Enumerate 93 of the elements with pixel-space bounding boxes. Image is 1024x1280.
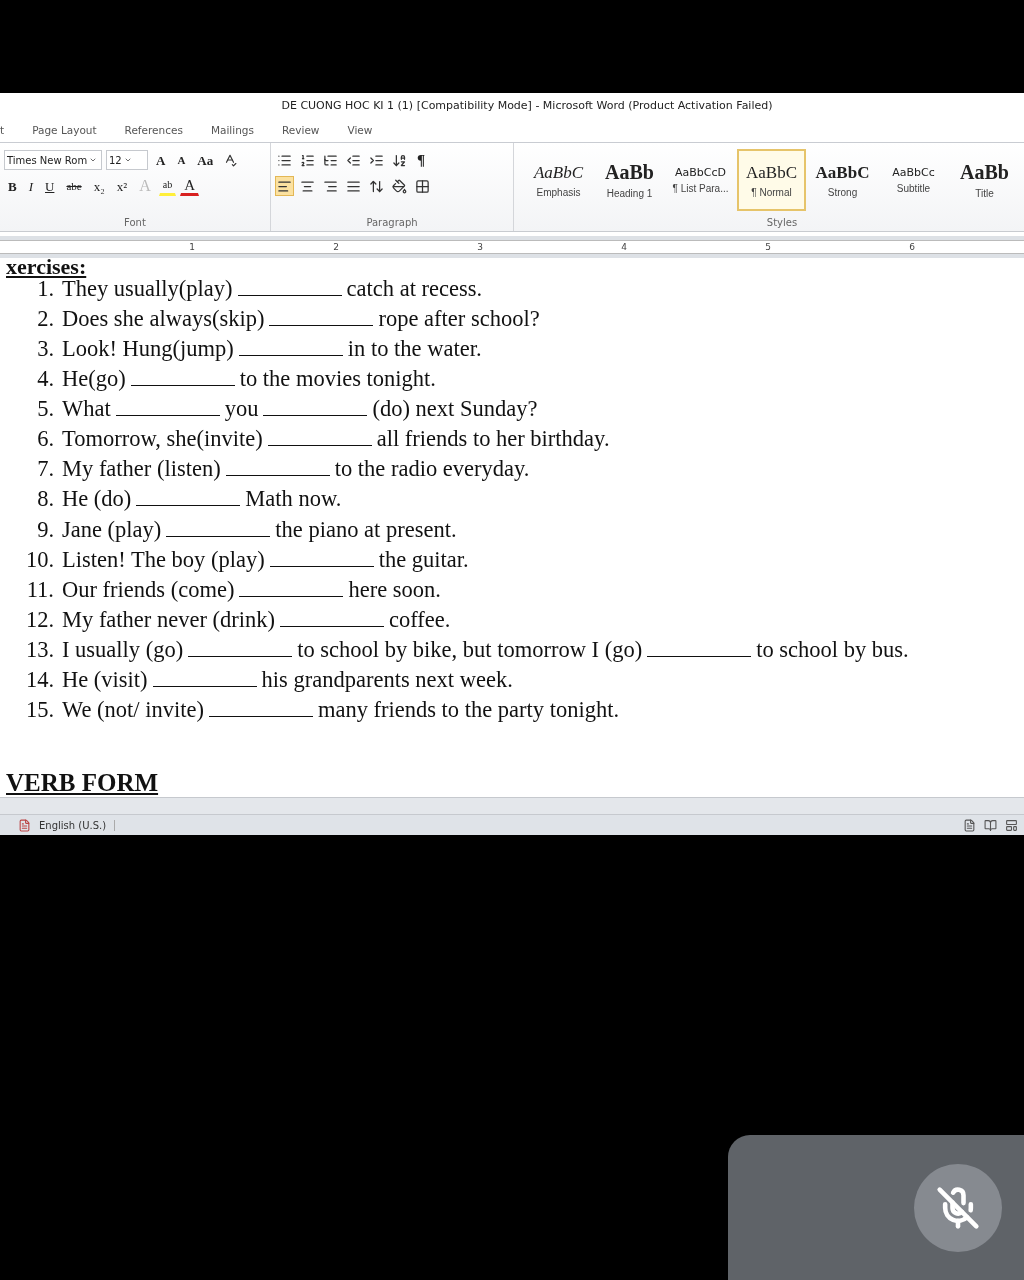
font-button[interactable]: B (4, 176, 21, 196)
sentence-text: We (not/ invite) (62, 696, 204, 723)
sentence-text: My father (listen) (62, 456, 221, 483)
font-size-field[interactable]: 12 (106, 150, 148, 170)
ribbon-tab[interactable]: Page Layout (32, 122, 97, 138)
item-number: 9. (36, 516, 55, 543)
font-button[interactable]: A (180, 176, 199, 196)
sentence-text: many friends to the party tonight. (317, 696, 620, 723)
item-number: 3. (36, 336, 55, 363)
font-button[interactable]: A (173, 150, 190, 170)
font-button[interactable]: A (152, 150, 170, 170)
ruler-number: 4 (621, 242, 627, 252)
ribbon-tab[interactable]: View (347, 122, 373, 138)
sentence-text: in to the water. (347, 336, 482, 363)
item-number: 6. (36, 426, 55, 453)
sentence-text: My father never (drink) (62, 606, 276, 633)
section-heading: VERB FORM (6, 768, 159, 797)
sentence-text: Math now. (245, 486, 342, 513)
sentence-text: to school by bike, but tomorrow I (go) (297, 636, 643, 663)
font-button[interactable]: x² (112, 176, 132, 196)
sentence-text: Our friends (come) (62, 576, 235, 603)
sentence-text: Jane (play) (62, 516, 162, 543)
sentence-text: (do) next Sunday? (372, 396, 538, 423)
sentence-text: rope after school? (378, 306, 540, 333)
sentence-text: He (do) (62, 486, 132, 513)
sentence-text: the guitar. (378, 546, 469, 573)
ruler-number: 1 (189, 242, 195, 252)
exercise-heading: xercises: (6, 258, 87, 276)
font-button[interactable]: I (24, 176, 37, 196)
item-number: 12. (24, 606, 55, 633)
ruler-number: 2 (333, 242, 339, 252)
book-icon[interactable] (984, 818, 997, 832)
group-label: Font (124, 217, 146, 230)
font-button[interactable]: x₂ (89, 176, 109, 196)
sentence-text: Look! Hung(jump) (62, 336, 234, 363)
item-number: 8. (36, 486, 55, 513)
proofing-icon[interactable] (18, 818, 31, 832)
ribbon-tab[interactable]: t (0, 122, 5, 138)
style-gallery-item[interactable]: AaBbC ¶ Normal (737, 149, 806, 211)
sentence-text: the piano at present. (275, 516, 457, 543)
item-number: 2. (36, 306, 55, 333)
sentence-text: to the movies tonight. (239, 366, 436, 393)
style-gallery-item[interactable]: AaBbC Emphasis (524, 149, 593, 211)
window-title: DE CUONG HOC KI 1 (1) [Compatibility Mode] - Microsoft Word (Product Activation Failed) (280, 99, 773, 112)
language-status[interactable]: English (U.S.) (39, 819, 116, 831)
sentence-text: Tomorrow, she(invite) (62, 426, 263, 453)
ruler-number: 5 (765, 242, 771, 252)
sentence-text: They usually(play) (62, 276, 233, 302)
style-gallery-item[interactable]: AaBb Title (950, 149, 1019, 211)
sentence-text: to the radio everyday. (334, 456, 530, 483)
group-label: Styles (766, 217, 798, 230)
style-gallery-item[interactable]: AaBbCc Subtitle (879, 149, 948, 211)
ribbon-tab[interactable]: References (124, 122, 183, 138)
item-number: 7. (36, 456, 55, 483)
ribbon-tab[interactable]: Mailings (210, 122, 254, 138)
font-button[interactable]: ab (158, 176, 177, 196)
font-button[interactable]: abe (62, 176, 86, 196)
style-gallery-item[interactable]: AaBbCcD ¶ List Para... (666, 149, 735, 211)
sentence-text: What (62, 396, 111, 423)
web-layout-icon[interactable] (1005, 818, 1018, 832)
sentence-text: you (224, 396, 259, 423)
ruler-number: 6 (909, 242, 915, 252)
sentence-text: coffee. (389, 606, 451, 633)
item-number: 11. (25, 576, 55, 603)
sentence-text: his grandparents next week. (261, 666, 513, 693)
font-button[interactable]: Aa (193, 150, 218, 170)
font-name-field[interactable]: Times New Rom (4, 150, 102, 170)
sentence-text: catch at recess. (346, 276, 483, 302)
print-layout-icon[interactable] (963, 818, 976, 832)
sentence-text: here soon. (348, 576, 441, 603)
style-gallery-item[interactable]: AaBbC Strong (808, 149, 877, 211)
item-number: 15. (24, 696, 55, 723)
sentence-text: He (visit) (62, 666, 148, 693)
align-button[interactable] (275, 176, 294, 196)
item-number: 4. (36, 366, 55, 393)
sentence-text: I usually (go) (62, 636, 184, 663)
font-button[interactable]: U (41, 176, 59, 196)
item-number: 14. (24, 666, 55, 693)
pilcrow-button[interactable]: ¶ (413, 150, 430, 170)
ruler-number: 3 (477, 242, 483, 252)
item-number: 5. (36, 396, 55, 423)
sentence-text: to school by bus. (756, 636, 909, 663)
sentence-text: Listen! The boy (play) (62, 546, 265, 573)
item-number: 1. (36, 276, 55, 302)
ribbon-tab[interactable]: Review (282, 122, 320, 138)
style-gallery-item[interactable]: AaBb Heading 1 (595, 149, 664, 211)
item-number: 10. (24, 546, 55, 573)
sentence-text: Does she always(skip) (62, 306, 265, 333)
horizontal-scrollbar[interactable] (0, 797, 1024, 814)
item-number: 13. (24, 636, 55, 663)
group-label: Paragraph (366, 217, 418, 230)
sentence-text: all friends to her birthday. (376, 426, 610, 453)
sentence-text: He(go) (62, 366, 126, 393)
